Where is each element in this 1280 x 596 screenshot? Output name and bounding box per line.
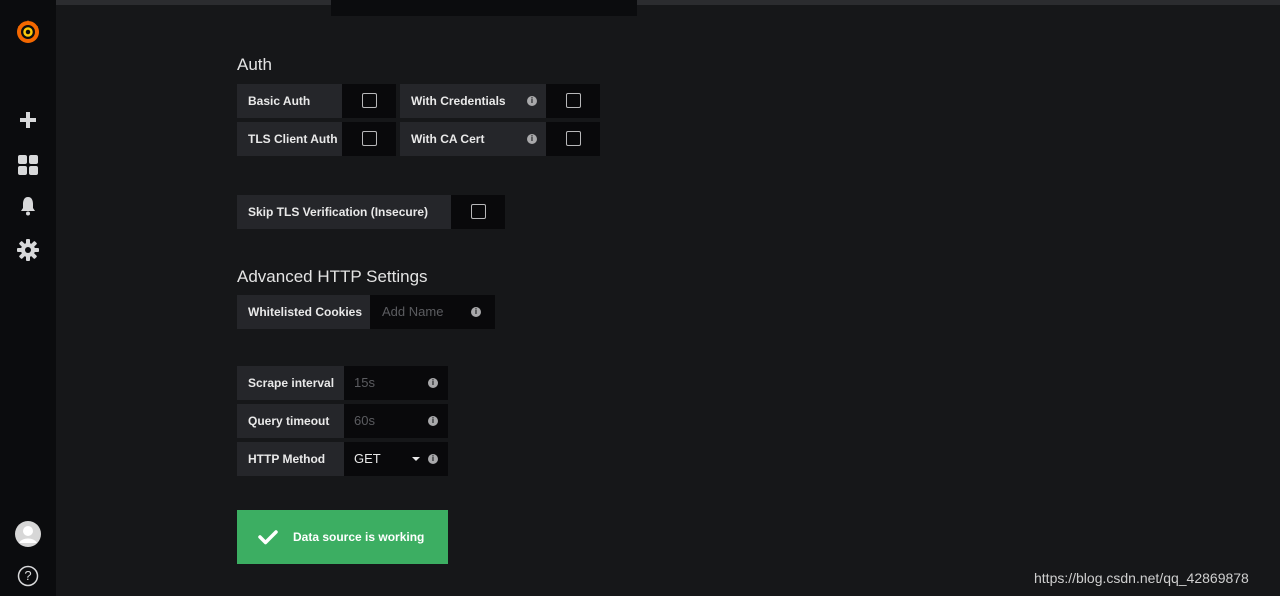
plus-icon[interactable] [14, 106, 42, 134]
http-method-label: HTTP Method [237, 442, 344, 476]
query-timeout-placeholder: 60s [354, 413, 375, 428]
basic-auth-checkbox[interactable] [362, 93, 377, 108]
grafana-logo-icon[interactable] [14, 18, 42, 46]
gear-icon[interactable] [14, 236, 42, 264]
query-timeout-input[interactable]: 60s i [344, 404, 448, 438]
help-glyph: ? [24, 568, 32, 583]
with-credentials-checkbox-box[interactable] [546, 84, 600, 118]
status-message: Data source is working [293, 530, 425, 544]
skip-tls-label: Skip TLS Verification (Insecure) [237, 195, 451, 229]
http-method-value: GET [354, 451, 381, 466]
with-ca-cert-text: With CA Cert [411, 132, 485, 146]
auth-section-title: Auth [237, 55, 272, 74]
dashboards-icon[interactable] [14, 151, 42, 179]
with-credentials-label: With Credentials i [400, 84, 546, 118]
scrape-interval-input[interactable]: 15s i [344, 366, 448, 400]
info-icon[interactable]: i [471, 307, 481, 317]
whitelisted-cookies-label: Whitelisted Cookies [237, 295, 370, 329]
whitelisted-cookies-input[interactable]: Add Name i [370, 295, 495, 329]
query-timeout-label: Query timeout [237, 404, 344, 438]
check-icon [258, 530, 278, 545]
basic-auth-label: Basic Auth [237, 84, 342, 118]
with-credentials-text: With Credentials [411, 94, 506, 108]
tls-client-auth-checkbox[interactable] [362, 131, 377, 146]
basic-auth-checkbox-box[interactable] [342, 84, 396, 118]
info-icon[interactable]: i [428, 378, 438, 388]
http-method-select[interactable]: GET i [344, 442, 448, 476]
skip-tls-checkbox-box[interactable] [451, 195, 505, 229]
help-icon[interactable]: ? [14, 562, 42, 590]
sidebar: ? [0, 0, 56, 596]
url-input-partial[interactable] [331, 0, 637, 16]
with-ca-cert-label: With CA Cert i [400, 122, 546, 156]
cookies-placeholder: Add Name [382, 304, 444, 319]
info-icon[interactable]: i [428, 416, 438, 426]
chevron-down-icon [412, 457, 420, 461]
top-strip [0, 0, 1280, 5]
info-icon[interactable]: i [527, 134, 537, 144]
tls-client-auth-label: TLS Client Auth [237, 122, 342, 156]
watermark: https://blog.csdn.net/qq_42869878 [1034, 570, 1249, 586]
with-ca-cert-checkbox[interactable] [566, 131, 581, 146]
skip-tls-checkbox[interactable] [471, 204, 486, 219]
info-icon[interactable]: i [527, 96, 537, 106]
with-ca-cert-checkbox-box[interactable] [546, 122, 600, 156]
advanced-http-settings-title: Advanced HTTP Settings [237, 267, 428, 286]
scrape-interval-placeholder: 15s [354, 375, 375, 390]
info-icon[interactable]: i [428, 454, 438, 464]
with-credentials-checkbox[interactable] [566, 93, 581, 108]
avatar[interactable] [14, 520, 42, 548]
data-source-status-alert: Data source is working [237, 510, 448, 564]
scrape-interval-label: Scrape interval [237, 366, 344, 400]
tls-client-auth-checkbox-box[interactable] [342, 122, 396, 156]
bell-icon[interactable] [14, 192, 42, 220]
